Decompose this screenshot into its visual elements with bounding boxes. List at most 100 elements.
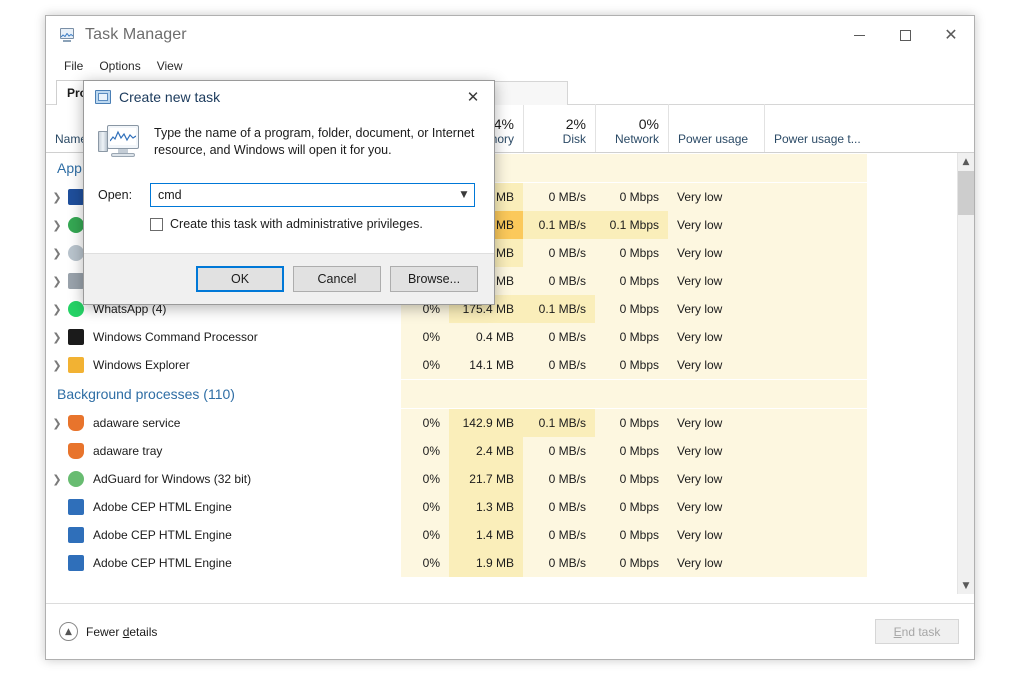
adaware-shield-icon: [68, 415, 84, 431]
create-task-icon: [95, 90, 111, 104]
column-header-disk-pct: 2%: [565, 116, 586, 132]
chevron-right-icon[interactable]: ❯: [46, 247, 68, 260]
scroll-down-icon[interactable]: ▼: [958, 577, 974, 594]
process-cell-cpu: 0%: [401, 409, 449, 437]
process-cell-network: 0 Mbps: [595, 351, 668, 379]
process-cell-memory: 14.1 MB: [449, 351, 523, 379]
process-row[interactable]: ❯ Windows Command Processor 0% 0.4 MB 0 MB/s…: [46, 323, 944, 351]
column-header-network[interactable]: 0% Network: [595, 104, 668, 152]
process-row[interactable]: adaware tray 0% 2.4 MB 0 MB/s 0 Mbps Very low: [46, 437, 944, 465]
scroll-up-icon[interactable]: ▲: [958, 153, 974, 170]
vertical-scrollbar[interactable]: ▲ ▼: [957, 153, 974, 594]
process-cell-memory: 0.4 MB: [449, 323, 523, 351]
chevron-right-icon[interactable]: ❯: [46, 331, 68, 344]
process-cell-power-trend: [764, 183, 867, 211]
adguard-shield-icon: [68, 471, 84, 487]
process-cell-power: Very low: [668, 465, 764, 493]
tab-placeholder-6[interactable]: [494, 81, 568, 105]
process-row[interactable]: ❯ Windows Explorer 0% 14.1 MB 0 MB/s 0 Mbps Ve…: [46, 351, 944, 379]
column-header-network-label: Network: [614, 132, 659, 146]
fewer-details-button[interactable]: ▲ Fewer details: [59, 622, 157, 641]
process-cell-power: Very low: [668, 183, 764, 211]
end-task-button[interactable]: End task: [875, 619, 959, 644]
process-cell-memory: 2.4 MB: [449, 437, 523, 465]
process-cell-cpu: 0%: [401, 465, 449, 493]
cancel-button[interactable]: Cancel: [293, 266, 381, 292]
minimize-button[interactable]: [836, 16, 882, 54]
process-row[interactable]: Adobe CEP HTML Engine 0% 1.9 MB 0 MB/s 0 Mbp…: [46, 549, 944, 577]
admin-privileges-checkbox[interactable]: [150, 217, 163, 231]
process-group-title: Background processes (110): [57, 386, 235, 402]
process-name: Windows Command Processor: [93, 330, 258, 344]
process-cell-disk: 0 MB/s: [523, 323, 595, 351]
process-row[interactable]: ❯ adaware service 0% 142.9 MB 0.1 MB/s 0 Mbps…: [46, 409, 944, 437]
process-row[interactable]: ❯ AdGuard for Windows (32 bit) 0% 21.7 MB 0 …: [46, 465, 944, 493]
process-cell-power: Very low: [668, 437, 764, 465]
process-group-cell-disk: [523, 154, 595, 182]
menu-file[interactable]: File: [56, 57, 91, 75]
adobe-cep-icon: [68, 555, 84, 571]
column-header-power-usage-trend[interactable]: Power usage t...: [764, 104, 867, 152]
process-name-cell: ❯ adaware service: [46, 409, 401, 437]
menu-options[interactable]: Options: [91, 57, 148, 75]
process-cell-network: 0.1 Mbps: [595, 211, 668, 239]
maximize-button[interactable]: [882, 16, 928, 54]
process-row[interactable]: Adobe CEP HTML Engine 0% 1.4 MB 0 MB/s 0 Mbp…: [46, 521, 944, 549]
process-cell-network: 0 Mbps: [595, 493, 668, 521]
admin-privileges-row[interactable]: Create this task with administrative pri…: [95, 217, 478, 231]
chevron-right-icon[interactable]: ❯: [46, 191, 68, 204]
process-cell-disk: 0.1 MB/s: [523, 409, 595, 437]
process-cell-cpu: 0%: [401, 437, 449, 465]
column-header-disk-label: Disk: [562, 132, 586, 146]
chevron-right-icon[interactable]: ❯: [46, 275, 68, 288]
column-header-disk[interactable]: 2% Disk: [523, 104, 595, 152]
chevron-right-icon[interactable]: ❯: [46, 359, 68, 372]
whatsapp-icon: [68, 301, 84, 317]
process-cell-power-trend: [764, 465, 867, 493]
process-cell-memory: 1.9 MB: [449, 549, 523, 577]
open-input-value[interactable]: cmd: [151, 188, 182, 202]
column-header-powertr-label: Power usage t...: [774, 132, 861, 146]
dialog-close-button[interactable]: ✕: [452, 81, 494, 113]
dialog-body: Type the name of a program, folder, docu…: [84, 113, 494, 255]
process-cell-network: 0 Mbps: [595, 521, 668, 549]
adobe-cep-icon: [68, 527, 84, 543]
process-cell-power: Very low: [668, 267, 764, 295]
process-cell-power-trend: [764, 267, 867, 295]
process-cell-power-trend: [764, 295, 867, 323]
process-cell-cpu: 0%: [401, 351, 449, 379]
process-name-cell: ❯ Windows Command Processor: [46, 323, 401, 351]
chevron-right-icon[interactable]: ❯: [46, 219, 68, 232]
process-cell-power: Very low: [668, 549, 764, 577]
chevron-up-icon: ▲: [59, 622, 78, 641]
open-combobox[interactable]: cmd ▼: [150, 183, 475, 207]
scrollbar-thumb[interactable]: [958, 171, 974, 215]
chevron-right-icon[interactable]: ❯: [46, 473, 68, 486]
browse-button[interactable]: Browse...: [390, 266, 478, 292]
ok-button[interactable]: OK: [196, 266, 284, 292]
close-button[interactable]: ✕: [928, 16, 974, 54]
maximize-icon: [899, 29, 911, 41]
process-cell-power-trend: [764, 493, 867, 521]
process-name: Adobe CEP HTML Engine: [93, 556, 232, 570]
column-header-power-usage[interactable]: Power usage: [668, 104, 764, 152]
minimize-icon: [853, 34, 865, 36]
folder-icon: [68, 357, 84, 373]
process-name-cell: Adobe CEP HTML Engine: [46, 549, 401, 577]
process-cell-power: Very low: [668, 351, 764, 379]
process-group-header[interactable]: Background processes (110): [46, 379, 944, 409]
menu-view[interactable]: View: [149, 57, 191, 75]
process-cell-network: 0 Mbps: [595, 267, 668, 295]
process-cell-disk: 0 MB/s: [523, 183, 595, 211]
command-prompt-icon: [68, 329, 84, 345]
chevron-right-icon[interactable]: ❯: [46, 417, 68, 430]
process-cell-network: 0 Mbps: [595, 465, 668, 493]
process-row[interactable]: Adobe CEP HTML Engine 0% 1.3 MB 0 MB/s 0 Mbp…: [46, 493, 944, 521]
chevron-right-icon[interactable]: ❯: [46, 303, 68, 316]
process-cell-power: Very low: [668, 409, 764, 437]
chevron-down-icon[interactable]: ▼: [454, 184, 474, 206]
process-name-cell: ❯ AdGuard for Windows (32 bit): [46, 465, 401, 493]
process-cell-memory: 1.4 MB: [449, 521, 523, 549]
footer-bar: ▲ Fewer details End task: [46, 603, 974, 659]
process-cell-power-trend: [764, 549, 867, 577]
